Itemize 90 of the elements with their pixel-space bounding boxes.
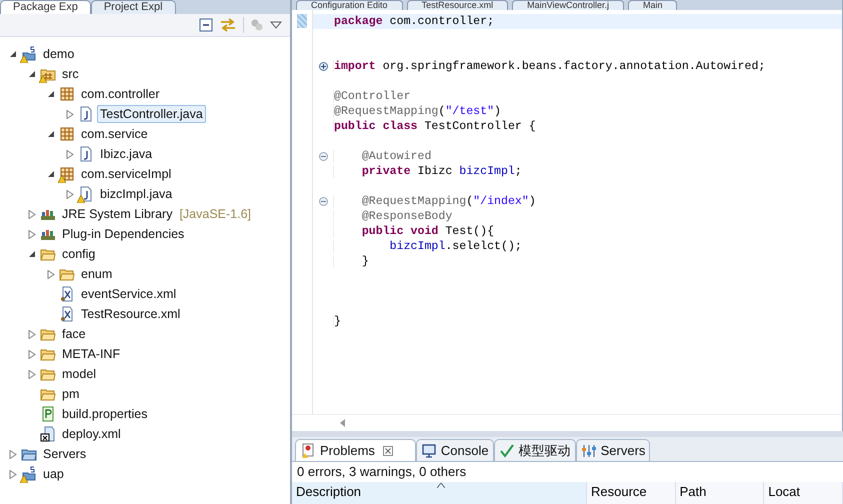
tree-item[interactable]: JRE System Library xyxy=(59,205,176,223)
tree-item[interactable]: Ibizc.java xyxy=(97,145,156,163)
code-line: } xyxy=(333,315,341,328)
code-line: @RequestMapping("/test") xyxy=(333,105,502,118)
tree-item[interactable]: META-INF xyxy=(59,345,124,363)
package-icon xyxy=(59,126,75,142)
view-tab[interactable]: Servers xyxy=(576,439,650,461)
package-icon xyxy=(59,86,75,102)
tree-item[interactable]: com.service xyxy=(78,125,151,143)
view-tab[interactable]: 模型驱动 xyxy=(494,439,576,461)
java-file-icon xyxy=(78,106,94,122)
tree-item[interactable]: pm xyxy=(59,385,82,403)
package-icon xyxy=(59,166,75,182)
view-tab[interactable]: Package Exp xyxy=(0,0,91,14)
tree-item[interactable]: eventService.xml xyxy=(78,285,180,303)
tree-item[interactable]: com.controller xyxy=(78,85,162,103)
view-tab[interactable]: Console xyxy=(416,439,494,461)
properties-file-icon xyxy=(40,406,56,422)
code-line: @ResponseBody xyxy=(333,210,452,223)
tree-item[interactable]: bizcImpl.java xyxy=(97,185,176,203)
problems-summary: 0 errors, 3 warnings, 0 others xyxy=(296,463,468,481)
sliders-icon xyxy=(580,442,597,458)
collapsed-arrow-icon[interactable] xyxy=(28,350,36,358)
fold-collapse-icon[interactable] xyxy=(318,197,328,206)
code-line: public void Test(){ xyxy=(333,225,494,238)
checkmark-icon xyxy=(498,442,515,458)
deploy-file-icon xyxy=(40,426,56,442)
tree-item[interactable]: demo xyxy=(40,45,78,63)
code-line: @RequestMapping("/index") xyxy=(333,195,536,208)
scroll-left-icon[interactable] xyxy=(340,419,346,427)
code-line: @Controller xyxy=(333,90,411,103)
column-header[interactable]: Locat xyxy=(764,482,843,504)
expanded-arrow-icon[interactable] xyxy=(47,90,55,98)
view-tab[interactable]: Project Expl xyxy=(90,0,176,14)
editor-tab[interactable]: TestResource.xml xyxy=(406,0,508,10)
fold-expand-icon[interactable] xyxy=(318,62,328,71)
collapsed-arrow-icon[interactable] xyxy=(28,330,36,338)
tree-item[interactable]: src xyxy=(59,65,82,83)
tree-item[interactable]: TestController.java xyxy=(97,105,206,123)
tree-item[interactable]: com.serviceImpl xyxy=(78,165,174,183)
code-line: bizcImpl.selelct(); xyxy=(333,240,522,253)
code-line: package com.controller; xyxy=(333,15,494,28)
expanded-arrow-icon[interactable] xyxy=(47,170,55,178)
tree-item[interactable]: TestResource.xml xyxy=(78,305,184,323)
collapsed-arrow-icon[interactable] xyxy=(9,470,17,478)
code-line: } xyxy=(333,255,369,268)
editor-tab[interactable]: Main xyxy=(628,0,678,10)
collapsed-arrow-icon[interactable] xyxy=(28,210,36,218)
collapsed-arrow-icon[interactable] xyxy=(28,230,36,238)
column-header[interactable]: Resource xyxy=(587,482,676,504)
collapsed-arrow-icon[interactable] xyxy=(66,190,74,198)
code-line: public class TestController { xyxy=(333,120,536,133)
tree-item[interactable]: Plug-in Dependencies xyxy=(59,225,188,243)
collapsed-arrow-icon[interactable] xyxy=(66,110,74,118)
column-header[interactable]: Path xyxy=(676,482,764,504)
tree-item[interactable]: build.properties xyxy=(59,405,150,423)
code-line: @Autowired xyxy=(333,150,432,163)
collapsed-arrow-icon[interactable] xyxy=(9,450,17,458)
monitor-icon xyxy=(420,442,437,458)
tree-item[interactable]: model xyxy=(59,365,100,383)
java-file-icon xyxy=(78,146,94,162)
tree-item-decoration: [JavaSE-1.6] xyxy=(179,207,252,221)
expanded-arrow-icon[interactable] xyxy=(47,130,55,138)
problems-icon xyxy=(300,442,316,458)
collapsed-arrow-icon[interactable] xyxy=(28,370,36,378)
collapsed-arrow-icon[interactable] xyxy=(47,270,55,278)
editor-tab[interactable]: Configuration Edito xyxy=(296,0,403,10)
tree-item[interactable]: face xyxy=(59,325,89,343)
tree-item[interactable]: enum xyxy=(78,265,116,283)
link-arrows-icon[interactable] xyxy=(219,17,237,33)
xml-file-icon xyxy=(59,306,75,322)
close-icon[interactable] xyxy=(382,446,393,456)
expanded-arrow-icon[interactable] xyxy=(28,250,36,258)
code-line: import org.springframework.beans.factory.annotation.Autowired; xyxy=(333,60,766,73)
view-tab[interactable]: Problems xyxy=(295,439,416,461)
tree-item[interactable]: Servers xyxy=(40,445,90,463)
collapsed-arrow-icon[interactable] xyxy=(66,150,74,158)
java-file-icon xyxy=(78,186,94,202)
tree-item[interactable]: config xyxy=(59,245,98,263)
tree-item[interactable]: uap xyxy=(40,465,67,483)
editor-tab[interactable]: MainViewController.j xyxy=(512,0,624,10)
expanded-arrow-icon[interactable] xyxy=(9,50,17,58)
code-line: private Ibizc bizcImpl; xyxy=(333,165,522,178)
tree-item[interactable]: deploy.xml xyxy=(59,425,124,443)
fold-collapse-icon[interactable] xyxy=(318,152,328,161)
collapse-all-icon[interactable] xyxy=(199,18,213,32)
xml-file-icon xyxy=(59,286,75,302)
expanded-arrow-icon[interactable] xyxy=(28,70,36,78)
view-menu-icon[interactable] xyxy=(270,20,282,30)
column-header[interactable]: Description xyxy=(292,482,587,504)
